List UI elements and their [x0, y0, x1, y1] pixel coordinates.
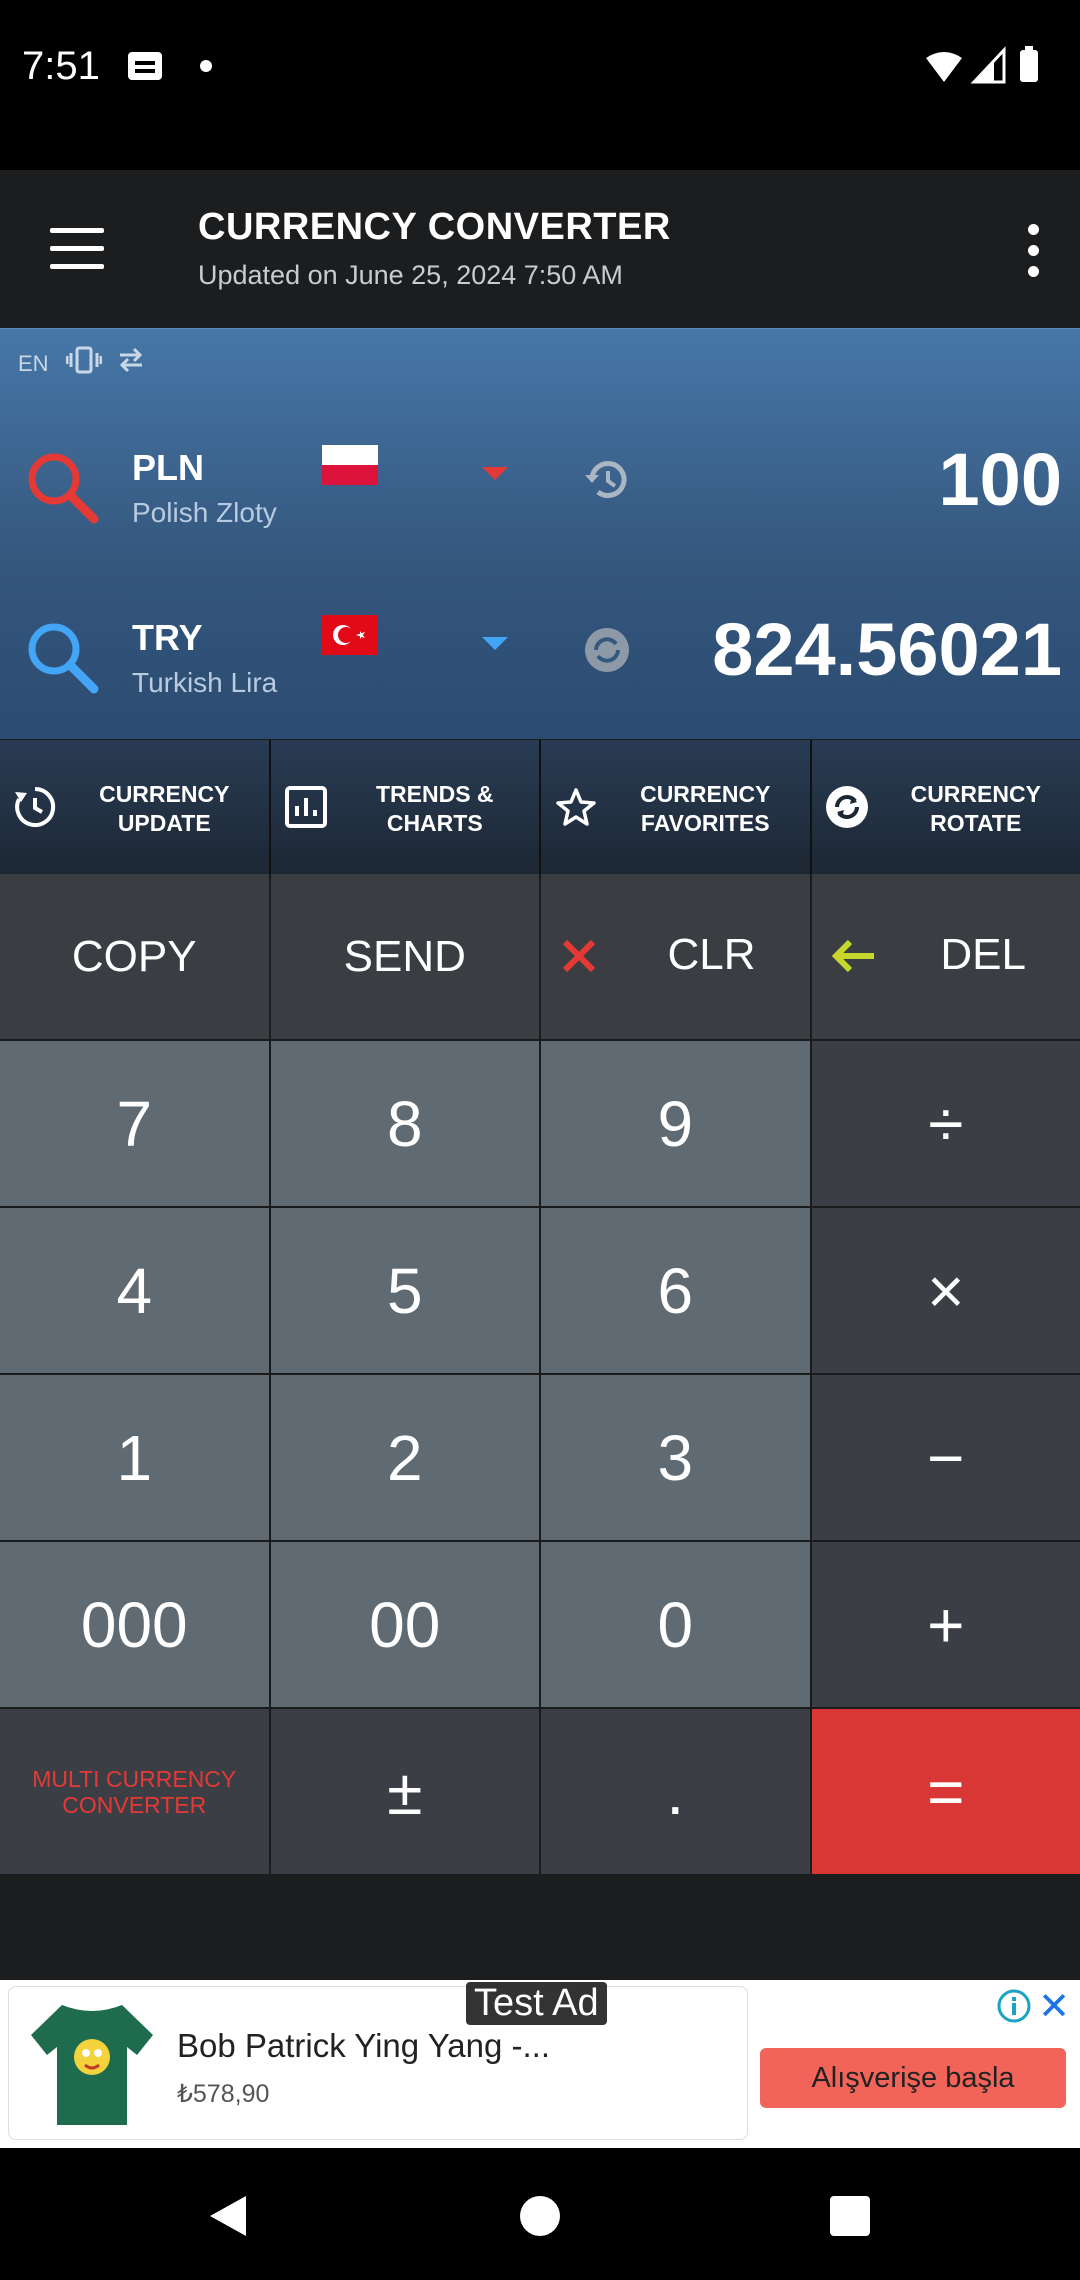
- subtract-button[interactable]: −: [811, 1375, 1080, 1540]
- system-nav-bar: [0, 2148, 1080, 2280]
- delete-label: DEL: [940, 930, 1026, 979]
- app-bar: CURRENCY CONVERTER Updated on June 25, 2…: [0, 170, 1080, 328]
- close-icon: [562, 939, 596, 973]
- swap-mini-icon[interactable]: [116, 345, 146, 375]
- send-button[interactable]: SEND: [270, 874, 539, 1039]
- currency-favorites-button[interactable]: CURRENCY FAVORITES: [541, 740, 812, 874]
- tool-label: CURRENCY ROTATE: [910, 781, 1041, 836]
- key-0[interactable]: 0: [541, 1542, 810, 1707]
- close-ad-icon[interactable]: ✕: [1038, 1984, 1070, 2029]
- from-currency-row[interactable]: PLN Polish Zloty 100: [0, 417, 1080, 567]
- tool-label: CURRENCY FAVORITES: [640, 781, 771, 836]
- notification-dot-icon: [200, 60, 212, 72]
- ad-price: ₺578,90: [177, 2080, 270, 2108]
- from-currency-name: Polish Zloty: [132, 497, 277, 528]
- sign-toggle-button[interactable]: ±: [270, 1709, 539, 1874]
- update-timestamp: Updated on June 25, 2024 7:50 AM: [198, 260, 623, 290]
- vibrate-icon[interactable]: [66, 345, 102, 375]
- add-button[interactable]: +: [811, 1542, 1080, 1707]
- turkey-flag-icon: [322, 615, 378, 655]
- language-indicator[interactable]: EN: [18, 351, 49, 377]
- tool-label: CURRENCY UPDATE: [99, 781, 230, 836]
- status-time: 7:51: [22, 44, 100, 88]
- more-options-icon[interactable]: [1028, 224, 1040, 287]
- key-6[interactable]: 6: [541, 1208, 810, 1373]
- feature-toolbar: CURRENCY UPDATE TRENDS & CHARTS CURRENCY…: [0, 740, 1080, 874]
- to-dropdown-caret-icon[interactable]: [482, 637, 508, 650]
- currency-update-button[interactable]: CURRENCY UPDATE: [0, 740, 271, 874]
- key-5[interactable]: 5: [270, 1208, 539, 1373]
- star-icon: [556, 788, 596, 826]
- copy-button[interactable]: COPY: [0, 874, 269, 1039]
- multiply-button[interactable]: ×: [811, 1208, 1080, 1373]
- ad-banner[interactable]: Bob Patrick Ying Yang -... ₺578,90 Test …: [0, 1980, 1080, 2148]
- back-icon[interactable]: [206, 2192, 250, 2240]
- multi-currency-converter-button[interactable]: MULTI CURRENCY CONVERTER: [0, 1709, 269, 1874]
- poland-flag-icon: [322, 445, 378, 485]
- from-dropdown-caret-icon[interactable]: [482, 467, 508, 480]
- clear-label: CLR: [667, 930, 756, 979]
- from-currency-code[interactable]: PLN: [132, 447, 204, 489]
- search-icon[interactable]: [22, 447, 102, 527]
- to-currency-code[interactable]: TRY: [132, 617, 203, 659]
- sweatshirt-product-image: [31, 2005, 153, 2125]
- clear-button[interactable]: CLR: [541, 874, 810, 1039]
- status-bar: 7:51: [0, 0, 1080, 170]
- menu-icon[interactable]: [50, 228, 104, 270]
- refresh-rate-icon[interactable]: [582, 625, 632, 675]
- key-8[interactable]: 8: [270, 1041, 539, 1206]
- key-00[interactable]: 00: [270, 1542, 539, 1707]
- signal-wifi-battery-icons: [926, 46, 1038, 84]
- to-currency-row[interactable]: TRY Turkish Lira 824.56021: [0, 587, 1080, 737]
- equals-button[interactable]: =: [811, 1709, 1080, 1874]
- trends-charts-button[interactable]: TRENDS & CHARTS: [270, 740, 541, 874]
- update-clock-icon: [15, 786, 56, 827]
- chart-icon: [284, 786, 327, 828]
- currency-rotate-button[interactable]: CURRENCY ROTATE: [811, 740, 1080, 874]
- ad-card[interactable]: Bob Patrick Ying Yang -... ₺578,90: [8, 1986, 748, 2140]
- key-3[interactable]: 3: [541, 1375, 810, 1540]
- history-icon[interactable]: [582, 455, 632, 505]
- arrow-left-icon: [831, 939, 874, 973]
- rotate-icon: [825, 786, 868, 828]
- tool-label: TRENDS & CHARTS: [375, 781, 494, 836]
- to-currency-name: Turkish Lira: [132, 667, 278, 698]
- search-icon[interactable]: [22, 617, 102, 697]
- from-amount[interactable]: 100: [939, 437, 1062, 522]
- ad-cta-button[interactable]: Alışverişe başla: [760, 2048, 1066, 2108]
- app-title: CURRENCY CONVERTER: [198, 206, 671, 248]
- home-icon[interactable]: [520, 2196, 560, 2236]
- to-amount: 824.56021: [712, 608, 1062, 691]
- key-9[interactable]: 9: [541, 1041, 810, 1206]
- converter-panel: EN PLN Polish Zloty 100 TRY Turkish Lira: [0, 328, 1080, 739]
- ad-title: Bob Patrick Ying Yang -...: [177, 2027, 550, 2064]
- key-000[interactable]: 000: [0, 1542, 269, 1707]
- message-icon: [128, 52, 162, 80]
- key-2[interactable]: 2: [270, 1375, 539, 1540]
- info-icon[interactable]: [996, 1988, 1032, 2024]
- divide-button[interactable]: ÷: [811, 1041, 1080, 1206]
- test-ad-label: Test Ad: [466, 1982, 607, 2025]
- recents-icon[interactable]: [830, 2196, 870, 2236]
- key-7[interactable]: 7: [0, 1041, 269, 1206]
- key-4[interactable]: 4: [0, 1208, 269, 1373]
- decimal-button[interactable]: .: [541, 1709, 810, 1874]
- delete-button[interactable]: DEL: [811, 874, 1080, 1039]
- key-1[interactable]: 1: [0, 1375, 269, 1540]
- keypad: COPY SEND CLR DEL 7 8 9 ÷ 4 5 6 × 1 2 3 …: [0, 874, 1080, 1874]
